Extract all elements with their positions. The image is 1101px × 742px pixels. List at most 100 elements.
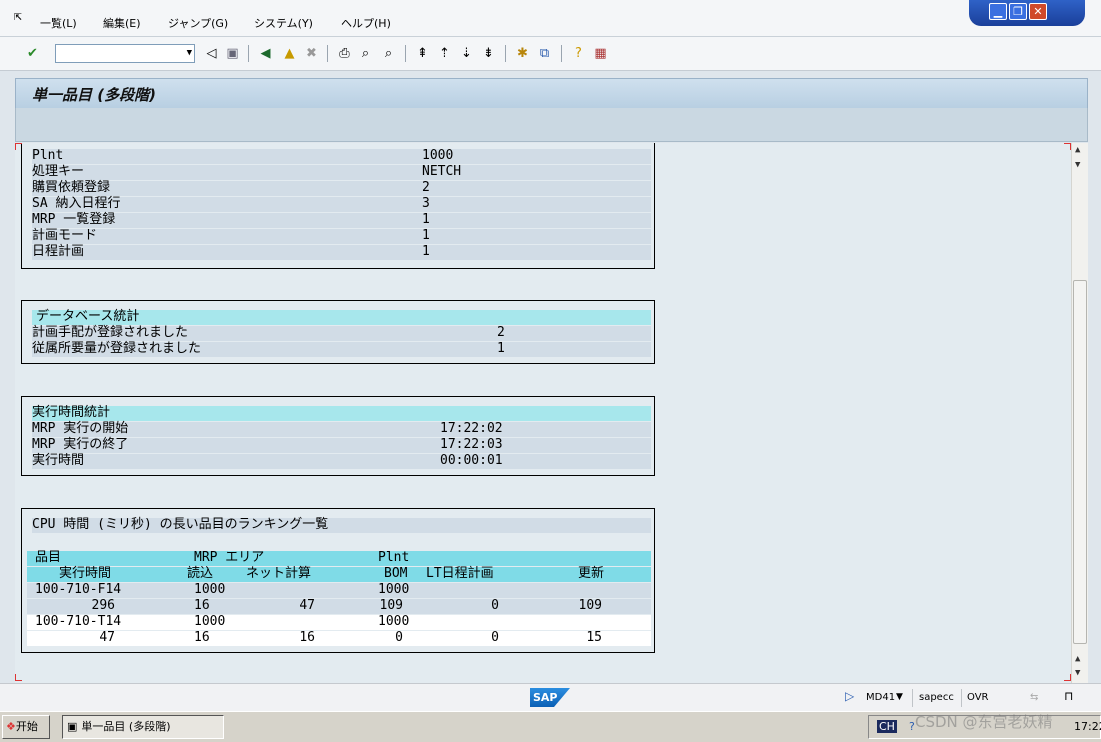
row-label: 購買依頼登録 bbox=[32, 180, 111, 195]
window-icon: ▣ bbox=[67, 720, 78, 733]
menu-system-icon[interactable]: ⇱ bbox=[14, 10, 28, 24]
row-value: 1 bbox=[422, 244, 430, 259]
runtime-statistics-box: 実行時間統計 MRP 実行の開始 17:22:02 MRP 実行の終了 17:22:… bbox=[21, 396, 655, 476]
menu-help[interactable]: ヘルプ(H) bbox=[341, 15, 391, 31]
enter-icon[interactable]: ✔ bbox=[24, 45, 41, 62]
status-bar: SAP ▷ MD41 ▼ sapecc OVR ⇆ ⊓ bbox=[0, 683, 1101, 712]
help-icon[interactable]: ? bbox=[570, 45, 587, 62]
scroll-thumb[interactable] bbox=[1073, 280, 1087, 644]
help-icon[interactable]: ? bbox=[909, 720, 915, 733]
close-button[interactable]: ✕ bbox=[1029, 3, 1047, 20]
save-icon[interactable]: ▣ bbox=[224, 45, 241, 62]
start-button[interactable]: ❖开始 bbox=[2, 715, 50, 739]
cancel-icon[interactable]: ✖ bbox=[303, 45, 320, 62]
corner-marker bbox=[15, 674, 22, 681]
row-label: MRP 実行の終了 bbox=[32, 437, 129, 452]
taskbar-item-label: 単一品目 (多段階) bbox=[81, 720, 171, 733]
clock: 17:22 bbox=[1074, 720, 1101, 733]
insert-mode[interactable]: OVR bbox=[967, 692, 988, 703]
status-separator bbox=[912, 689, 913, 707]
first-page-icon[interactable]: ⇞ bbox=[414, 45, 431, 62]
column-header: 実行時間 bbox=[59, 566, 112, 581]
mrp-area-cell: 1000 bbox=[194, 614, 226, 629]
shortcut-icon[interactable]: ⧉ bbox=[536, 45, 553, 62]
table-row: 100-710-F14 1000 1000 bbox=[27, 582, 651, 598]
chevron-down-icon[interactable]: ▼ bbox=[896, 692, 903, 702]
list-row: Plnt 1000 bbox=[32, 148, 651, 164]
row-value: 2 bbox=[497, 325, 505, 340]
scroll-up-icon[interactable]: ▲ bbox=[1075, 654, 1080, 664]
next-page-icon[interactable]: ⇣ bbox=[458, 45, 475, 62]
back-arrow-icon[interactable]: ◁ bbox=[203, 45, 220, 62]
exit-icon[interactable]: ▲ bbox=[281, 45, 298, 62]
list-row: 日程計画 1 bbox=[32, 244, 651, 260]
column-header: 品目 bbox=[35, 550, 62, 565]
runtime-cell: 296 bbox=[91, 598, 115, 613]
cpu-ranking-box: CPU 時間 (ミリ秒) の長い品目のランキング一覧 品目 MRP エリア Pl… bbox=[21, 508, 655, 653]
taskbar-item[interactable]: ▣ 単一品目 (多段階) bbox=[62, 715, 224, 739]
lock-icon: ⊓ bbox=[1064, 689, 1074, 703]
transaction-code[interactable]: MD41 bbox=[866, 692, 895, 703]
scroll-up-icon[interactable]: ▼ bbox=[1075, 160, 1080, 170]
menu-bar: ⇱ 一覧(L) 編集(E) ジャンプ(G) システム(Y) ヘルプ(H) bbox=[0, 0, 1101, 37]
scroll-down-icon[interactable]: ▼ bbox=[1075, 668, 1080, 678]
corner-marker bbox=[1064, 143, 1071, 150]
print-icon[interactable]: ⎙ bbox=[336, 45, 353, 62]
column-header: BOM bbox=[384, 566, 408, 581]
parameters-box: Plnt 1000 処理キー NETCH 購買依頼登録 2 SA 納入日程行 3 MRP… bbox=[21, 143, 655, 269]
previous-page-icon[interactable]: ⇡ bbox=[436, 45, 453, 62]
scroll-up-icon[interactable]: ▲ bbox=[1075, 145, 1080, 155]
input-language[interactable]: CH bbox=[877, 720, 897, 733]
find-icon[interactable]: ⌕ bbox=[357, 45, 374, 62]
sap-logo: SAP bbox=[530, 688, 570, 707]
column-header-row: 実行時間 読込 ネット計算 BOM LT日程計画 更新 bbox=[27, 566, 651, 582]
list-row: MRP 一覧登録 1 bbox=[32, 212, 651, 228]
row-label: MRP 実行の開始 bbox=[32, 421, 129, 436]
minimize-button[interactable]: ▁ bbox=[989, 3, 1007, 20]
mrp-area-cell: 1000 bbox=[194, 582, 226, 597]
net-calc-cell: 47 bbox=[299, 598, 315, 613]
menu-system[interactable]: システム(Y) bbox=[254, 15, 313, 31]
lt-scheduling-cell: 0 bbox=[491, 630, 499, 645]
page-title: 単一品目 (多段階) bbox=[32, 86, 156, 104]
row-label: 計画手配が登録されました bbox=[32, 325, 189, 340]
create-session-icon[interactable]: ✱ bbox=[514, 45, 531, 62]
material-cell: 100-710-F14 bbox=[35, 582, 122, 597]
row-value: 1 bbox=[422, 212, 430, 227]
plant-cell: 1000 bbox=[378, 614, 410, 629]
layout-icon[interactable]: ▦ bbox=[592, 45, 609, 62]
column-header-row: 品目 MRP エリア Plnt bbox=[27, 550, 651, 566]
standard-toolbar: ✔ ▼ ◁ ▣ ◀ ▲ ✖ ⎙ ⌕ ⌕ ⇞ ⇡ ⇣ ⇟ ✱ ⧉ ? ▦ bbox=[0, 37, 1101, 71]
back-icon[interactable]: ◀ bbox=[257, 45, 274, 62]
table-row: 296 16 47 109 0 109 bbox=[27, 598, 651, 614]
bom-cell: 0 bbox=[395, 630, 403, 645]
row-value: 2 bbox=[422, 180, 430, 195]
chevron-down-icon[interactable]: ▼ bbox=[187, 47, 192, 60]
toolbar-separator bbox=[505, 45, 506, 62]
list-row: MRP 実行の終了 17:22:03 bbox=[32, 437, 651, 453]
update-cell: 109 bbox=[578, 598, 602, 613]
command-field[interactable]: ▼ bbox=[55, 44, 195, 63]
play-icon[interactable]: ▷ bbox=[845, 689, 854, 703]
read-cell: 16 bbox=[194, 630, 210, 645]
database-statistics-box: データベース統計 計画手配が登録されました 2 従属所要量が登録されました 1 bbox=[21, 300, 655, 364]
list-row: MRP 実行の開始 17:22:02 bbox=[32, 421, 651, 437]
windows-logo-icon: ❖ bbox=[6, 720, 16, 733]
list-row: SA 納入日程行 3 bbox=[32, 196, 651, 212]
row-label: 計画モード bbox=[32, 228, 98, 243]
row-value: NETCH bbox=[422, 164, 462, 179]
menu-edit[interactable]: 編集(E) bbox=[103, 15, 141, 31]
menu-goto[interactable]: ジャンプ(G) bbox=[168, 15, 228, 31]
column-header: ネット計算 bbox=[246, 566, 312, 581]
status-separator bbox=[961, 689, 962, 707]
menu-list[interactable]: 一覧(L) bbox=[40, 15, 77, 31]
title-bar: 単一品目 (多段階) bbox=[15, 78, 1088, 109]
last-page-icon[interactable]: ⇟ bbox=[480, 45, 497, 62]
list-row: 従属所要量が登録されました 1 bbox=[32, 341, 651, 357]
find-next-icon[interactable]: ⌕ bbox=[380, 45, 397, 62]
row-label: MRP 一覧登録 bbox=[32, 212, 116, 227]
vertical-scrollbar[interactable]: ▲ ▼ ▲ ▼ bbox=[1071, 143, 1088, 683]
runtime-cell: 47 bbox=[99, 630, 115, 645]
restore-button[interactable]: ❐ bbox=[1009, 3, 1027, 20]
net-calc-cell: 16 bbox=[299, 630, 315, 645]
